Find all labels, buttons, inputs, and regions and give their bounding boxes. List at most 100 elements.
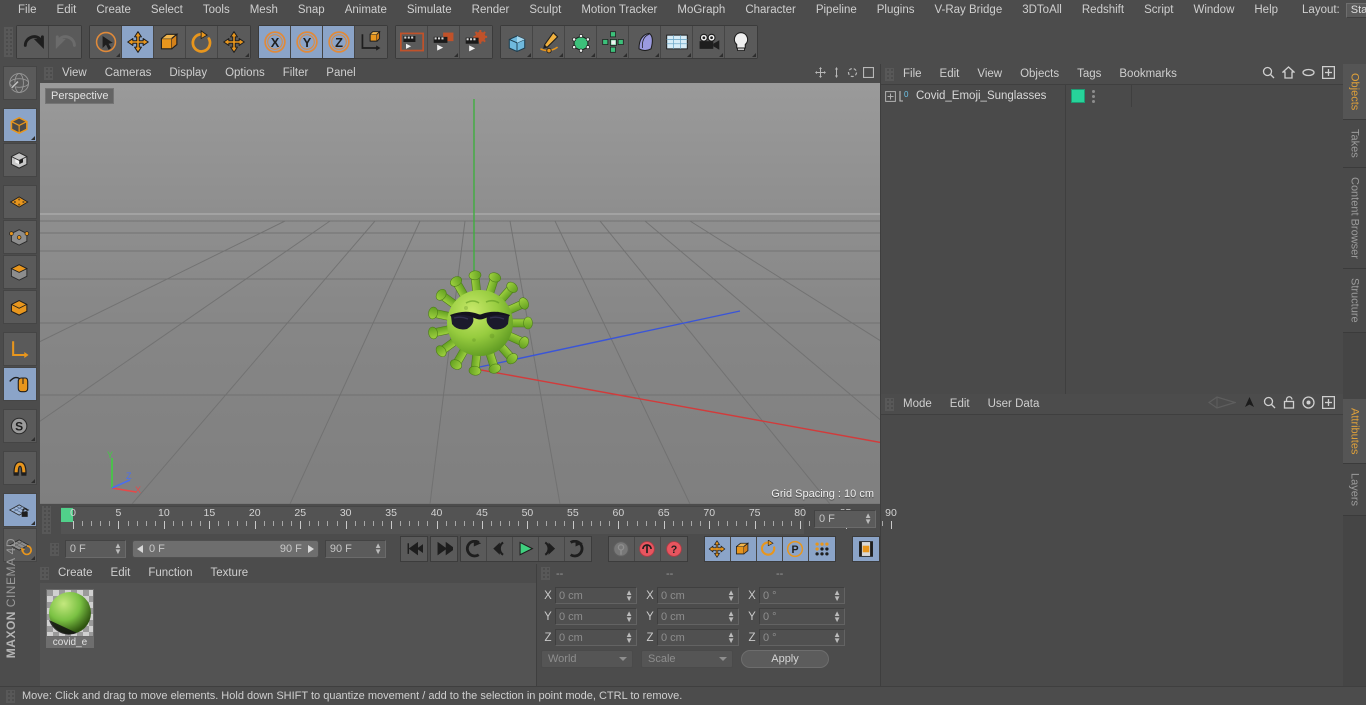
array-button[interactable]: [597, 26, 629, 58]
expand-icon[interactable]: [1321, 395, 1336, 412]
parameter-key-button[interactable]: P: [782, 537, 809, 561]
viewport-menu-panel[interactable]: Panel: [317, 64, 364, 83]
stepper-icon[interactable]: ▲ ▼: [833, 610, 841, 624]
menu-item-render[interactable]: Render: [462, 0, 520, 20]
stepper-icon[interactable]: ▲ ▼: [727, 589, 735, 603]
stepper-icon[interactable]: ▲ ▼: [833, 631, 841, 645]
coordinate-size-field-z[interactable]: 0 cm ▲ ▼: [657, 629, 739, 646]
stepper-icon[interactable]: ▲ ▼: [625, 610, 633, 624]
menu-item-window[interactable]: Window: [1183, 0, 1244, 20]
cube-primitive-button[interactable]: [501, 26, 533, 58]
pin-icon[interactable]: [1243, 396, 1256, 412]
coordinate-position-field-z[interactable]: 0 cm ▲ ▼: [555, 629, 637, 646]
make-editable-button[interactable]: [3, 66, 37, 100]
right-tab-structure[interactable]: Structure: [1343, 268, 1366, 333]
y-axis-button[interactable]: Y: [291, 26, 323, 58]
light-button[interactable]: [725, 26, 757, 58]
render-region-button[interactable]: [428, 26, 460, 58]
magnet-button[interactable]: [3, 451, 37, 485]
menu-item-simulate[interactable]: Simulate: [397, 0, 462, 20]
world-coordinates-button[interactable]: [355, 26, 387, 58]
polygons-mode-button[interactable]: [3, 255, 37, 289]
stepper-icon[interactable]: ▲ ▼: [727, 631, 735, 645]
attribute-menu-edit[interactable]: Edit: [941, 394, 979, 414]
rotation-key-button[interactable]: [756, 537, 783, 561]
object-menu-tags[interactable]: Tags: [1068, 64, 1110, 84]
material-item[interactable]: covid_e: [46, 589, 94, 648]
material-menu-grip[interactable]: [40, 567, 49, 580]
stepper-icon[interactable]: ▲ ▼: [114, 542, 122, 556]
next-key-button[interactable]: [564, 537, 591, 561]
scale-button[interactable]: [154, 26, 186, 58]
material-menu-create[interactable]: Create: [49, 564, 102, 583]
attribute-menu-user-data[interactable]: User Data: [979, 394, 1049, 414]
object-menu-view[interactable]: View: [968, 64, 1011, 84]
point-level-anim-button[interactable]: [808, 537, 835, 561]
menu-item-create[interactable]: Create: [86, 0, 141, 20]
axis-modify-button[interactable]: [3, 332, 37, 366]
z-axis-button[interactable]: Z: [323, 26, 355, 58]
go-to-end-button[interactable]: [430, 537, 457, 561]
toolbar-grip[interactable]: [4, 27, 13, 57]
position-key-button[interactable]: [704, 537, 731, 561]
material-menu-function[interactable]: Function: [139, 564, 201, 583]
rotate-button[interactable]: [186, 26, 218, 58]
coordinate-size-field-x[interactable]: 0 cm ▲ ▼: [657, 587, 739, 604]
edges-mode-button[interactable]: [3, 220, 37, 254]
menu-item-animate[interactable]: Animate: [335, 0, 397, 20]
faces-mode-button[interactable]: [3, 290, 37, 324]
coordinate-size-field-y[interactable]: 0 cm ▲ ▼: [657, 608, 739, 625]
menu-item-motion-tracker[interactable]: Motion Tracker: [571, 0, 667, 20]
autokeying-button[interactable]: [634, 537, 661, 561]
viewport-solo-button[interactable]: [3, 367, 37, 401]
live-selection-button[interactable]: [90, 26, 122, 58]
viewport-menu-display[interactable]: Display: [160, 64, 216, 83]
environment-button[interactable]: [661, 26, 693, 58]
object-manager-grip[interactable]: [885, 67, 894, 81]
material-menu-edit[interactable]: Edit: [102, 564, 140, 583]
home-icon[interactable]: [1281, 66, 1296, 82]
next-frame-button[interactable]: [538, 537, 565, 561]
timeline-ruler[interactable]: 051015202530354045505560657075808590: [61, 506, 897, 534]
preset-icon[interactable]: [1207, 396, 1238, 412]
object-list[interactable]: 0 Covid_Emoji_Sunglasses: [881, 84, 1343, 394]
right-tab-objects[interactable]: Objects: [1343, 64, 1366, 121]
object-menu-bookmarks[interactable]: Bookmarks: [1110, 64, 1186, 84]
coordinate-position-field-x[interactable]: 0 cm ▲ ▼: [555, 587, 637, 604]
menu-item-snap[interactable]: Snap: [288, 0, 335, 20]
menu-item-sculpt[interactable]: Sculpt: [519, 0, 571, 20]
object-menu-file[interactable]: File: [894, 64, 931, 84]
menu-item-character[interactable]: Character: [735, 0, 806, 20]
coordinate-position-field-y[interactable]: 0 cm ▲ ▼: [555, 608, 637, 625]
search-icon[interactable]: [1262, 66, 1275, 82]
menu-item-edit[interactable]: Edit: [47, 0, 87, 20]
lock-icon[interactable]: [1283, 396, 1295, 412]
camera-button[interactable]: [693, 26, 725, 58]
stepper-icon[interactable]: ▲ ▼: [374, 542, 382, 556]
material-menu-texture[interactable]: Texture: [201, 564, 257, 583]
right-tab-attributes[interactable]: Attributes: [1343, 398, 1366, 464]
timeline-frame-field[interactable]: 0 F ▲ ▼: [814, 510, 876, 528]
menu-item-mograph[interactable]: MoGraph: [667, 0, 735, 20]
stepper-icon[interactable]: ▲ ▼: [833, 589, 841, 603]
stepper-icon[interactable]: ▲ ▼: [625, 631, 633, 645]
object-row[interactable]: 0 Covid_Emoji_Sunglasses: [881, 85, 1065, 107]
menu-item-file[interactable]: File: [8, 0, 47, 20]
coord-mode-select[interactable]: Scale: [641, 650, 733, 668]
timeline-grip[interactable]: [42, 506, 51, 534]
right-tab-layers[interactable]: Layers: [1343, 463, 1366, 516]
expand-icon[interactable]: [1321, 65, 1336, 82]
viewport-menu-cameras[interactable]: Cameras: [96, 64, 161, 83]
eye-icon[interactable]: [1302, 68, 1315, 80]
x-axis-button[interactable]: X: [259, 26, 291, 58]
menu-item-script[interactable]: Script: [1134, 0, 1183, 20]
transport-grip[interactable]: [50, 542, 59, 556]
current-frame-field[interactable]: 0 F ▲ ▼: [64, 540, 126, 558]
coordinate-rotation-field-z[interactable]: 0 ° ▲ ▼: [759, 629, 845, 646]
search-icon[interactable]: [1263, 396, 1276, 412]
nurbs-button[interactable]: [565, 26, 597, 58]
preview-range-bar[interactable]: 0 F 90 F: [131, 540, 319, 558]
perspective-viewport[interactable]: Perspective Grid Spacing : 10 cm Y X Z: [40, 83, 880, 504]
menu-item-pipeline[interactable]: Pipeline: [806, 0, 867, 20]
viewport-menu-grip[interactable]: [44, 67, 53, 80]
